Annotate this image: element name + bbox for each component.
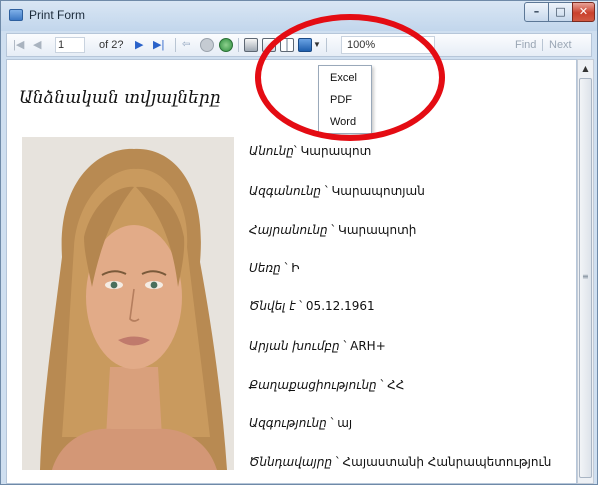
print-form-window: Print Form – □ ✕ |◀ ◀ 1 of 2? ▶ ▶| ⇦ ▼ 1… bbox=[0, 0, 598, 485]
chevron-down-icon: ▼ bbox=[422, 40, 430, 49]
zoom-select[interactable]: 100% ▼ bbox=[341, 36, 435, 54]
field-label: Քաղաքացիությունը bbox=[249, 378, 377, 392]
field-label: Ծնվել է bbox=[249, 299, 296, 313]
field-first-name: Անունը՝ Կարապոտ bbox=[249, 144, 372, 158]
export-dropdown-arrow[interactable]: ▼ bbox=[313, 34, 321, 56]
title-bar[interactable]: Print Form – □ ✕ bbox=[1, 1, 597, 31]
field-value: Կարապոտյան bbox=[331, 184, 425, 198]
field-value: Կարապոտ bbox=[300, 144, 372, 158]
find-separator bbox=[542, 39, 543, 51]
back-icon[interactable]: ⇦ bbox=[182, 34, 190, 56]
print-icon[interactable] bbox=[244, 38, 258, 52]
field-value: ՀՀ bbox=[387, 378, 405, 392]
field-value: Ի bbox=[291, 261, 300, 275]
field-label: Ծննդավայրը bbox=[249, 455, 333, 469]
stop-icon[interactable] bbox=[200, 38, 214, 52]
page-number-input[interactable]: 1 bbox=[55, 37, 85, 53]
field-birth-date: Ծնվել է ՝ 05.12.1961 bbox=[249, 299, 375, 313]
first-page-icon[interactable]: |◀ bbox=[13, 34, 24, 56]
grip-icon: ≡ bbox=[582, 272, 589, 281]
close-icon: ✕ bbox=[578, 5, 589, 18]
close-button[interactable]: ✕ bbox=[572, 2, 595, 22]
export-word-item[interactable]: Word bbox=[319, 112, 371, 133]
field-value: Կարապոտի bbox=[338, 223, 417, 237]
person-photo bbox=[22, 137, 234, 470]
minimize-button[interactable]: – bbox=[524, 2, 549, 22]
scroll-thumb[interactable]: ≡ bbox=[579, 78, 592, 478]
find-link[interactable]: Find bbox=[515, 34, 536, 56]
field-label: Անունը bbox=[249, 144, 294, 158]
export-pdf-item[interactable]: PDF bbox=[319, 90, 371, 111]
app-icon bbox=[9, 9, 23, 21]
toolbar-separator bbox=[175, 38, 176, 52]
report-heading: Անձնական տվյալները bbox=[19, 88, 221, 108]
toolbar-separator bbox=[326, 38, 327, 52]
toolbar-separator bbox=[238, 38, 239, 52]
report-viewer[interactable]: Անձնական տվյալները Անունը՝ Կարապոտ Ազգան… bbox=[6, 59, 577, 484]
field-blood-group: Արյան խումբը ՝ ARH+ bbox=[249, 339, 386, 353]
field-gender: Սեռը ՝ Ի bbox=[249, 261, 300, 275]
scroll-up-icon[interactable]: ▲ bbox=[578, 60, 593, 77]
field-label: Սեռը bbox=[249, 261, 281, 275]
field-value: 05.12.1961 bbox=[305, 299, 375, 313]
field-value: Հայաստանի Հանրապետություն bbox=[342, 455, 552, 469]
maximize-button[interactable]: □ bbox=[548, 2, 573, 22]
field-value: ARH+ bbox=[350, 339, 386, 353]
vertical-scrollbar[interactable]: ▲ ≡ bbox=[577, 59, 594, 484]
zoom-value: 100% bbox=[347, 39, 376, 51]
field-last-name: Ազգանունը ՝ Կարապոտյան bbox=[249, 184, 425, 198]
print-layout-icon[interactable] bbox=[262, 38, 276, 52]
export-icon[interactable] bbox=[298, 38, 312, 52]
field-citizenship: Քաղաքացիությունը ՝ ՀՀ bbox=[249, 378, 405, 392]
next-link[interactable]: Next bbox=[549, 34, 572, 56]
prev-page-icon[interactable]: ◀ bbox=[33, 34, 41, 56]
field-patronymic: Հայրանունը ՝ Կարապոտի bbox=[249, 223, 417, 237]
maximize-icon: □ bbox=[555, 5, 566, 18]
field-label: Ազգանունը bbox=[249, 184, 322, 198]
report-toolbar: |◀ ◀ 1 of 2? ▶ ▶| ⇦ ▼ 100% ▼ Find Next bbox=[6, 33, 592, 57]
page-count: of 2? bbox=[99, 39, 124, 51]
refresh-icon[interactable] bbox=[219, 38, 233, 52]
export-excel-item[interactable]: Excel bbox=[319, 68, 371, 89]
field-nationality: Ազգությունը ՝ այ bbox=[249, 416, 353, 430]
last-page-icon[interactable]: ▶| bbox=[153, 34, 164, 56]
minimize-icon: – bbox=[533, 5, 540, 18]
export-menu: Excel PDF Word bbox=[318, 65, 372, 134]
next-page-icon[interactable]: ▶ bbox=[135, 34, 143, 56]
field-birthplace: Ծննդավայրը ՝ Հայաստանի Հանրապետություն bbox=[249, 455, 552, 469]
field-label: Ազգությունը bbox=[249, 416, 327, 430]
window-title: Print Form bbox=[29, 8, 86, 22]
field-label: Հայրանունը bbox=[249, 223, 328, 237]
field-label: Արյան խումբը bbox=[249, 339, 340, 353]
page-setup-icon[interactable] bbox=[280, 38, 294, 52]
field-value: այ bbox=[337, 416, 353, 430]
